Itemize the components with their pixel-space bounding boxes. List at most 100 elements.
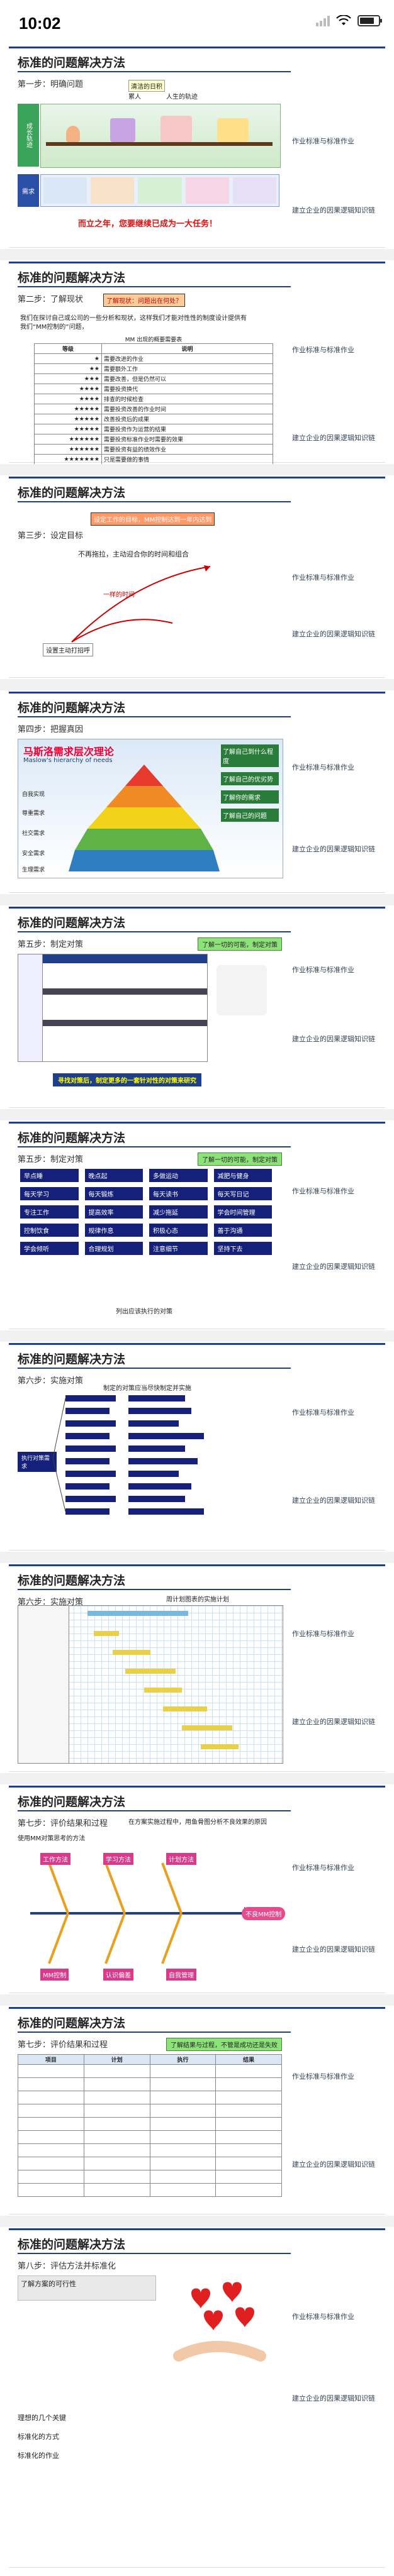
table-row [18,2064,282,2078]
body-text: 标准化的作业 [18,2452,59,2460]
slide-step: 第一步：明确问题 [18,80,84,89]
table-cell: 需要投资标准作业时需要的效果 [101,434,273,445]
slide-step: 第七步：评价结果和过程 [18,2040,108,2050]
grid-cell: 专注工作 [20,1205,79,1219]
table-row: ★★★★★★ 需要投资标准作业时需要的效果 [34,434,273,445]
level-label: 尊重需求 [22,810,45,817]
grid-cell: 每天写日记 [213,1187,272,1200]
title-rule [18,931,291,932]
slide-separator [0,894,394,905]
slide-step: 第八步：评估方法并标准化 [18,2262,116,2271]
cause-label: 计划方法 [166,1853,196,1865]
schedule-header [18,954,207,963]
intro-text: 我们在探讨自己或公司的一些分析和现状，这样我们才能对性性的制度设计提供有 [20,315,247,322]
cause-label: 认识偏差 [103,1969,133,1981]
table-row [18,2143,282,2157]
side-note: 建立企业的因果逻辑知识链 [292,1718,375,1726]
slide-separator [0,1552,394,1563]
grid-cell: 晚点起 [84,1169,143,1182]
need-image [138,177,182,204]
slide-title: 标准的问题解决方法 [18,2016,126,2030]
table-cell: ★★ [34,363,102,374]
slide-title: 标准的问题解决方法 [18,486,126,500]
slide-8: 标准的问题解决方法 第六步：实施对策 周计划图表的实施计划 作业标准与标准作业 … [9,1564,385,1772]
grid-cell: 注意细节 [149,1242,208,1255]
table-row [18,2157,282,2170]
cause-label: 学习方法 [103,1853,133,1865]
slide-3: 标准的问题解决方法 第三步：设定目标 设定工作的目标，MM控制达到一年内达到 不… [9,477,385,678]
title-rule [18,2032,291,2033]
top-box: 了解一切的可能，制定对策 [198,1153,282,1166]
table-cell: ★★★★ [34,394,102,404]
wifi-icon [336,15,351,25]
slide-6: 标准的问题解决方法 第五步：制定对策 了解一切的可能，制定对策 早点睡 晚点起 … [9,1122,385,1329]
table-row: ★★★★★ 需要投资改善的作业时间 [34,404,273,414]
side-note: 建立企业的因果逻辑知识链 [292,2394,375,2402]
table-cell: 只是需要做的事情 [101,454,273,465]
slide-1: 标准的问题解决方法 第一步：明确问题 作业标准与标准作业 建立企业的因果逻辑知识… [9,47,385,248]
life-track-area [40,104,281,168]
goal-text: 不再拖拉，主动迎合你的时间和组合 [78,550,189,558]
slide-step: 第六步：实施对策 [18,1376,84,1386]
table-row: ★★★ 需要改善，但是仍然可以 [34,373,273,384]
table-row: ★★★★★ 需要投资作为运营的结果 [34,424,273,434]
table-cell: 需要改进的作业 [101,353,273,364]
grid-caption: 列出应该执行的对策 [116,1308,172,1315]
title-rule [18,286,291,287]
side-note: 建立企业的因果逻辑知识链 [292,434,375,442]
family-figure [110,118,135,142]
table-cell: ★★★★★★★ [34,454,102,465]
grid-cell: 规律作息 [84,1224,143,1237]
table-header: 等级 [34,343,102,354]
grid-cell: 善于沟通 [213,1224,272,1237]
grid-cell: 积极心态 [149,1224,208,1237]
bubble: 清洁的日积 [128,80,165,92]
battery-icon [357,15,382,26]
table-row: ★★ 需要额外工作 [34,363,273,374]
couple-figure [160,116,192,142]
chart-title: 周计划图表的实施计划 [166,1596,229,1603]
bottom-label: 设置主动打招呼 [43,643,93,656]
table-row [18,2170,282,2184]
table-row [18,2091,282,2104]
cause-label: 自我管理 [166,1969,196,1981]
top-box: 了解一切的可能，制定对策 [198,937,282,951]
table-row: ★★★★★★ 需要投资有益的绩效作业 [34,444,273,455]
level-label: 社交需求 [22,831,45,837]
table-cell: 需要投资有益的绩效作业 [101,444,273,455]
table-cell: ★★★★★★ [34,444,102,455]
gantt-bar [144,1688,182,1693]
grid-cell: 坚持下去 [213,1242,272,1255]
body-text: 理想的几个关键 [18,2414,66,2422]
evaluation-table: 项目 计划 执行 结果 [18,2054,282,2197]
grid-cell: 学会时间管理 [213,1205,272,1219]
table-header: 项目 [18,2054,84,2065]
right-boxes: 了解自己到什么程度 了解自己的优劣势 了解你的需求 了解自己的问题 [221,744,279,822]
status-time: 10:02 [19,14,61,33]
slide-7: 标准的问题解决方法 第六步：实施对策 制定的对策应当尽快制定并实施 执行对策需求… [9,1343,385,1551]
needs-row [40,174,279,207]
side-note: 建立企业的因果逻辑知识链 [292,1263,375,1271]
need-image [43,177,87,204]
status-icons [316,15,382,26]
title-rule [18,71,291,72]
slide-title: 标准的问题解决方法 [18,1795,126,1809]
slide-step: 第四步：把握真因 [18,725,84,734]
row-label-growth: 成长轨迹 [18,104,39,167]
goal-arrows [71,565,211,643]
grid-cell: 提高效率 [84,1205,143,1219]
elder-figure [217,118,249,142]
grid-cell: 早点睡 [20,1169,79,1182]
title-rule [18,2253,291,2254]
table-cell: ★★★★ [34,384,102,394]
table-row: ★★★★★ 改善投资后的成果 [34,414,273,424]
need-image [91,177,135,204]
mm-table-wrap: MM 出现的概要需要表 等级 说明 ★ 需要改进的作业 ★★ 需要额外工作 ★★★ 需… [34,335,273,465]
slide-step: 第三步：设定目标 [18,531,84,541]
level-label: 安全需求 [22,851,45,857]
life-track-line [46,142,273,146]
table-row: ★★★★★★★ 只是需要做的事情 [34,454,273,465]
side-note: 建立企业的因果逻辑知识链 [292,1496,375,1505]
table-cell: ★ [34,353,102,364]
table-header: 说明 [101,343,273,354]
